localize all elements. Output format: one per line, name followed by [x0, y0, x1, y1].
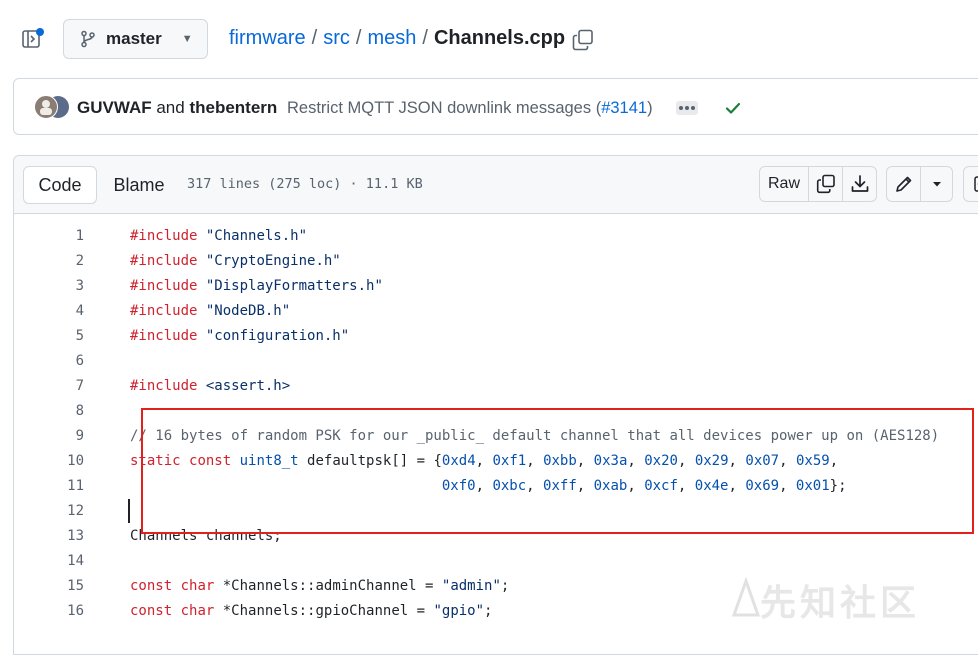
symbols-icon — [974, 176, 978, 192]
line-number[interactable]: 16 — [14, 603, 84, 619]
commit-authors-and: and — [156, 98, 185, 117]
symbols-button[interactable] — [963, 166, 978, 202]
ellipsis-icon-dot — [691, 106, 695, 110]
raw-button-label: Raw — [767, 175, 800, 192]
line-code: #include <assert.h> — [130, 378, 291, 394]
check-icon[interactable] — [723, 98, 743, 118]
line-number[interactable]: 13 — [14, 528, 84, 544]
commit-message[interactable]: Restrict MQTT JSON downlink messages (#3… — [287, 99, 653, 118]
copy-raw-button[interactable] — [808, 167, 842, 201]
line-code: #include "CryptoEngine.h" — [130, 253, 341, 269]
copy-path-icon[interactable] — [572, 29, 594, 51]
pull-request-link[interactable]: #3141 — [601, 99, 647, 117]
copy-icon — [816, 174, 835, 194]
line-number[interactable]: 15 — [14, 578, 84, 594]
commit-author-link[interactable]: thebentern — [189, 98, 277, 117]
line-number[interactable]: 12 — [14, 503, 84, 519]
breadcrumb-separator: / — [311, 27, 318, 49]
tab-code[interactable]: Code — [23, 166, 97, 204]
code-line: 14 — [14, 550, 978, 575]
line-code: #include "configuration.h" — [130, 328, 350, 344]
breadcrumb-separator: / — [422, 27, 428, 49]
line-number[interactable]: 11 — [14, 478, 84, 494]
file-stats: 317 lines (275 loc) · 11.1 KB — [187, 176, 423, 192]
code-line: 6 — [14, 350, 978, 375]
latest-commit-box: GUVWAF and thebentern Restrict MQTT JSON… — [13, 78, 978, 135]
commit-message-text[interactable]: Restrict MQTT JSON downlink messages ( — [287, 99, 601, 117]
code-line: 1 #include "Channels.h" — [14, 225, 978, 250]
edit-file-button[interactable] — [887, 167, 920, 201]
ellipsis-icon — [679, 106, 683, 110]
line-code: const char *Channels::adminChannel = "ad… — [130, 578, 510, 594]
chevron-down-icon — [932, 182, 941, 187]
caret-down-icon: ▼ — [181, 33, 193, 45]
file-name: Channels.cpp — [433, 27, 566, 49]
code-line: 4 #include "NodeDB.h" — [14, 300, 978, 325]
line-code: const char *Channels::gpioChannel = "gpi… — [130, 603, 493, 619]
view-mode-toggle: Code Blame — [23, 166, 181, 204]
line-number[interactable]: 1 — [14, 228, 84, 244]
line-number[interactable]: 7 — [14, 378, 84, 394]
download-icon — [851, 175, 868, 192]
line-number[interactable]: 8 — [14, 403, 84, 419]
sidebar-expand-icon[interactable] — [22, 28, 44, 50]
code-line: 5 #include "configuration.h" — [14, 325, 978, 350]
commit-author-link[interactable]: GUVWAF — [77, 98, 152, 117]
line-number[interactable]: 4 — [14, 303, 84, 319]
branch-selector[interactable]: master ▼ — [63, 19, 208, 59]
line-code: #include "DisplayFormatters.h" — [130, 278, 383, 294]
branch-name: master — [106, 29, 162, 48]
watermark-text: 先知社区 — [760, 582, 921, 623]
breadcrumb-separator: / — [355, 27, 362, 49]
commit-message-end: ) — [647, 99, 653, 117]
breadcrumb-mesh[interactable]: mesh — [367, 27, 416, 50]
line-number[interactable]: 6 — [14, 353, 84, 369]
download-button[interactable] — [842, 167, 876, 201]
breadcrumb-repo[interactable]: firmware — [229, 27, 306, 50]
git-branch-icon — [81, 30, 95, 48]
file-header: Code Blame 317 lines (275 loc) · 11.1 KB… — [14, 156, 978, 214]
raw-copy-download-group: Raw — [759, 166, 877, 202]
edit-options-button[interactable] — [920, 167, 952, 201]
author-avatars[interactable] — [34, 95, 72, 119]
symbols-button-inner[interactable] — [964, 167, 978, 201]
edit-group — [886, 166, 953, 202]
line-code: #include "NodeDB.h" — [130, 303, 291, 319]
pencil-icon — [895, 176, 912, 192]
line-code: #include "Channels.h" — [130, 228, 308, 244]
line-number[interactable]: 5 — [14, 328, 84, 344]
expand-commit-message-button[interactable] — [676, 101, 698, 115]
code-line: 2 #include "CryptoEngine.h" — [14, 250, 978, 275]
code-line: 7 #include <assert.h> — [14, 375, 978, 400]
tab-blame[interactable]: Blame — [97, 166, 181, 204]
watermark-logo-icon — [731, 577, 761, 617]
annotation-highlight-box — [141, 408, 974, 534]
raw-button[interactable]: Raw — [760, 167, 808, 201]
line-number[interactable]: 9 — [14, 428, 84, 444]
line-number[interactable]: 3 — [14, 278, 84, 294]
commit-authors: GUVWAF and thebentern — [77, 98, 277, 118]
text-cursor — [128, 499, 130, 523]
breadcrumb-src[interactable]: src — [323, 27, 350, 50]
line-number[interactable]: 10 — [14, 453, 84, 469]
ellipsis-icon-dot — [685, 106, 689, 110]
line-number[interactable]: 2 — [14, 253, 84, 269]
breadcrumb: firmware / src / mesh / Channels.cpp — [229, 27, 565, 50]
code-line: 3 #include "DisplayFormatters.h" — [14, 275, 978, 300]
line-number[interactable]: 14 — [14, 553, 84, 569]
